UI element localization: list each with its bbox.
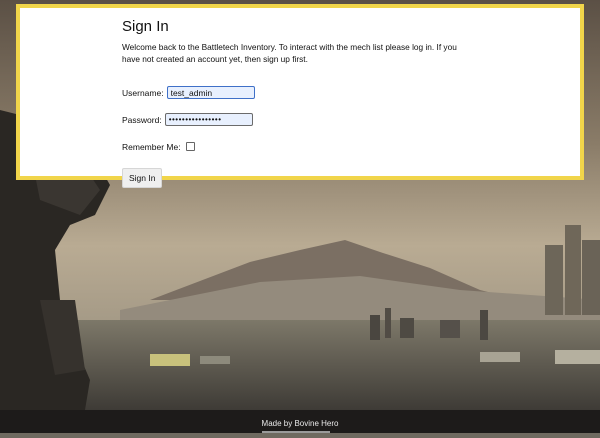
remember-row: Remember Me: — [122, 139, 482, 154]
sign-in-form: Sign In Welcome back to the Battletech I… — [122, 18, 482, 188]
password-input[interactable]: •••••••••••••••• — [164, 113, 253, 126]
password-row: Password: •••••••••••••••• — [122, 112, 482, 127]
sign-in-button[interactable]: Sign In — [122, 168, 163, 188]
remember-label: Remember Me: — [122, 141, 181, 152]
footer-credit: Made by Bovine Hero — [261, 419, 339, 428]
footer: Made by Bovine Hero — [0, 410, 600, 433]
sign-in-card: Sign In Welcome back to the Battletech I… — [16, 4, 584, 188]
username-row: Username: — [122, 85, 482, 100]
remember-checkbox[interactable] — [185, 142, 195, 151]
page-title: Sign In — [122, 18, 169, 35]
username-input[interactable] — [166, 86, 255, 99]
password-label: Password: — [122, 114, 162, 125]
intro-text: Welcome back to the Battletech Inventory… — [122, 42, 457, 64]
username-label: Username: — [122, 87, 164, 98]
